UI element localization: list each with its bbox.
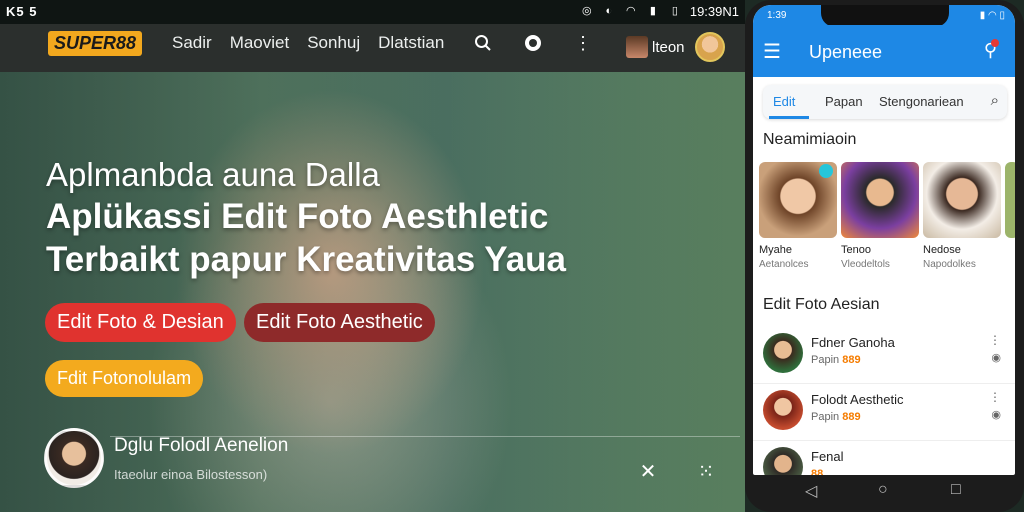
phone-notch [821, 5, 949, 27]
section-list-title: Edit Foto Aesian [763, 296, 880, 313]
more-vert-icon[interactable]: ⋮ [572, 32, 594, 54]
phone-screen: 1:39 ▮ ◠ ▯ ☰ Upeneee ⚲ Edit Papan Stengo… [753, 5, 1015, 475]
chip-edit-foto-desain[interactable]: Edit Foto & Desian [45, 303, 236, 342]
phone-app-bar: ☰ Upeneee ⚲ [753, 25, 1015, 77]
hero-headline: Aplmanbda auna Dalla Aplükassi Edit Foto… [46, 154, 566, 282]
notification-dot [991, 39, 999, 47]
list-meta: 88 [811, 468, 823, 475]
list-item[interactable]: Fdner Ganoha Papin 889 ⋮ ◉ [753, 327, 1015, 384]
list-meta: Papin 889 [811, 354, 861, 366]
more-vert-icon[interactable]: ⋮ [989, 333, 1001, 347]
card-name: Nedose [923, 244, 961, 256]
list-tag: 889 [842, 411, 861, 423]
top-app-bar: SUPER88 Sadir Maoviet Sonhuj Dlatstian ⋮… [0, 24, 745, 72]
list-tag: 88 [811, 468, 824, 475]
home-icon[interactable]: ○ [878, 481, 888, 499]
phone-mockup: 1:39 ▮ ◠ ▯ ☰ Upeneee ⚲ Edit Papan Stengo… [745, 0, 1024, 512]
nav-item-1[interactable]: Sadir [172, 33, 212, 53]
phone-nav-bar: ◁ ○ □ [753, 475, 1015, 507]
list-meta: Papin 889 [811, 411, 861, 423]
card-image [841, 162, 919, 238]
tab-edit[interactable]: Edit [773, 94, 795, 109]
top-nav: Sadir Maoviet Sonhuj Dlatstian [172, 33, 444, 53]
search-icon[interactable]: ⌕ [991, 92, 999, 109]
user-name: lteon [652, 38, 685, 56]
list-item[interactable]: Fenal 88 [753, 441, 1015, 475]
status-bar: K5 5 ◎ ◐ ◠ ▮ ▯ 19:39N1 [0, 0, 745, 24]
hero-line-3: Terbaikt papur Kreativitas Yaua [46, 240, 567, 279]
eye-icon[interactable]: ◉ [991, 351, 1001, 364]
list-title: Fdner Ganoha [811, 335, 895, 350]
author-subtitle: Itaeolur einoa Bilostesson) [114, 466, 268, 482]
phone-app-title: Upeneee [809, 42, 883, 62]
card-image [923, 162, 1001, 238]
more-vert-icon[interactable]: ⋮ [989, 390, 1001, 404]
grid-dots-icon[interactable]: ⁙ [694, 459, 718, 483]
page: K5 5 ◎ ◐ ◠ ▮ ▯ 19:39N1 SUPER88 Sadir Mao… [0, 0, 1024, 512]
mute-icon: ◐ [605, 5, 613, 17]
trending-card[interactable]: Nedose Napodolkes [923, 162, 1001, 270]
tab-stengonariean[interactable]: Stengonariean [879, 94, 964, 109]
eye-icon[interactable]: ◉ [991, 408, 1001, 421]
search-icon[interactable] [472, 32, 494, 54]
hero-line-2: Aplükassi Edit Foto Aesthletic [46, 197, 549, 236]
status-time: 19:39N1 [689, 4, 739, 19]
phone-status-time: 1:39 [767, 10, 787, 21]
card-subtitle: Napodolkes [923, 259, 976, 270]
list-item[interactable]: Folodt Aesthetic Papin 889 ⋮ ◉ [753, 384, 1015, 441]
brand-logo[interactable]: SUPER88 [48, 31, 143, 56]
hero-line-1: Aplmanbda auna Dalla [46, 156, 380, 193]
phone-status-icons: ▮ ◠ ▯ [979, 10, 1005, 21]
card-badge-icon [819, 164, 833, 178]
recents-icon[interactable]: □ [951, 481, 961, 499]
list-title: Folodt Aesthetic [811, 392, 904, 407]
nav-item-2[interactable]: Maoviet [230, 33, 290, 53]
chip-edit-foto-aesthetic[interactable]: Edit Foto Aesthetic [244, 303, 435, 342]
menu-icon[interactable]: ☰ [763, 39, 781, 64]
close-icon[interactable]: ✕ [636, 459, 660, 483]
alarm-icon: ◎ [582, 5, 592, 17]
list-title: Fenal [811, 449, 844, 464]
hero-banner: Aplmanbda auna Dalla Aplükassi Edit Foto… [0, 72, 745, 512]
card-name: Myahe [759, 244, 793, 256]
list-avatar [763, 390, 803, 430]
list-avatar [763, 333, 803, 373]
nav-item-4[interactable]: Dlatstian [378, 33, 444, 53]
trending-card[interactable]: Tenoo Vleodeltols [841, 162, 919, 270]
trending-card[interactable]: Myahe Aetanolces [759, 162, 837, 270]
nav-item-3[interactable]: Sonhuj [307, 33, 360, 53]
list-tag: 889 [842, 354, 861, 366]
back-icon[interactable]: ◁ [805, 481, 817, 501]
card-subtitle: Aetanolces [759, 259, 809, 270]
trending-card-partial [1005, 162, 1015, 238]
author-name: Dglu Folodl Aenelion [114, 434, 289, 456]
user-profile[interactable]: lteon [626, 32, 725, 62]
author-block: Dglu Folodl Aenelion Itaeolur einoa Bilo… [44, 428, 288, 488]
card-name: Tenoo [841, 244, 871, 256]
list-avatar [763, 447, 803, 475]
phone-tabs: Edit Papan Stengonariean ⌕ [763, 85, 1007, 119]
author-avatar[interactable] [44, 428, 104, 488]
chip-fdit-foto[interactable]: Fdit Fotonolulam [45, 360, 204, 397]
signal-icon: ▮ [649, 5, 656, 17]
section-trending-title: Neamimiaoin [763, 131, 857, 148]
status-left-text: K5 5 [6, 4, 38, 19]
trending-cards: Myahe Aetanolces Tenoo Vleodeltols Nedos… [759, 162, 1015, 278]
tab-papan[interactable]: Papan [825, 94, 863, 109]
avatar[interactable] [694, 32, 725, 62]
user-thumbnail [626, 36, 648, 58]
tab-indicator [769, 116, 809, 119]
battery-icon: ▯ [671, 5, 678, 17]
card-image [1005, 162, 1015, 238]
status-right: ◎ ◐ ◠ ▮ ▯ 19:39N1 [580, 4, 739, 19]
wifi-icon: ◠ [626, 5, 636, 17]
globe-icon[interactable] [522, 32, 544, 54]
card-subtitle: Vleodeltols [841, 259, 890, 270]
